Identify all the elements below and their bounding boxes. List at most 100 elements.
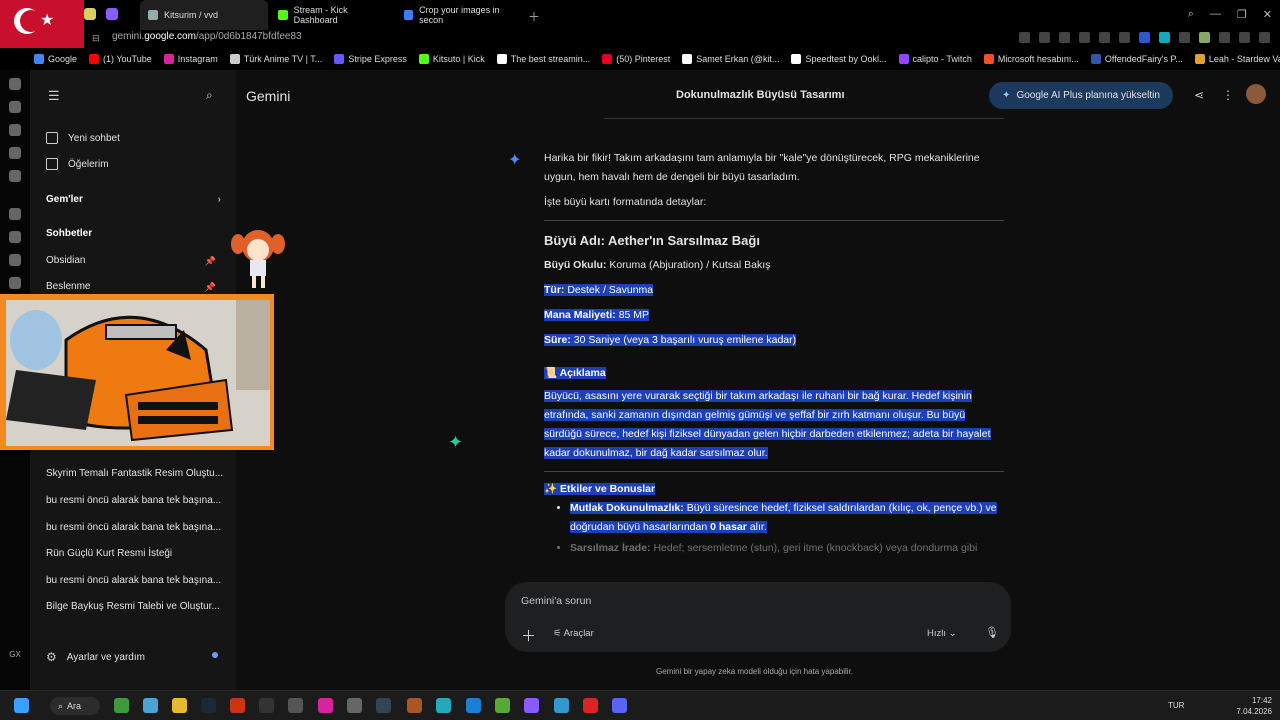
windows-start-icon[interactable] [14, 698, 29, 713]
menu-icon[interactable] [1259, 32, 1270, 43]
news-icon[interactable] [9, 147, 21, 159]
profile-icon[interactable] [1199, 32, 1210, 43]
menu-icon[interactable]: ☰ [48, 88, 60, 104]
bookmark-item[interactable]: Instagram [163, 54, 218, 64]
new-chat-button[interactable]: Yeni sohbet [46, 132, 120, 144]
whatsapp-icon[interactable] [9, 231, 21, 243]
app-icon[interactable] [524, 698, 539, 713]
microphone-icon[interactable]: 🎙 [985, 626, 999, 639]
discord-icon[interactable] [612, 698, 627, 713]
aria-ai-icon[interactable] [1239, 32, 1250, 43]
pinned-tab-icon[interactable] [84, 8, 96, 20]
instagram-icon[interactable] [318, 698, 333, 713]
bookmark-favicon-icon [898, 54, 909, 64]
history-icon[interactable] [9, 101, 21, 113]
extension-icon[interactable] [1039, 32, 1050, 43]
chat-item-pinned[interactable]: Obsidian [46, 255, 221, 266]
more-options-icon[interactable]: ⋮ [1222, 88, 1234, 102]
settings-help-button[interactable]: ⚙ Ayarlar ve yardım [46, 650, 145, 664]
minecraft-icon[interactable] [495, 698, 510, 713]
close-icon[interactable]: ✕ [1263, 8, 1272, 21]
prompt-input-box[interactable]: Gemini'a sorun ＋ ⚟ Araçlar Hızlı ⌄ 🎙 [505, 582, 1011, 652]
chat-item[interactable]: bu resmi öncü alarak bana tek başına... [46, 575, 221, 586]
riot-icon[interactable] [407, 698, 422, 713]
add-icon[interactable]: ＋ [521, 625, 536, 646]
obs-icon[interactable] [288, 698, 303, 713]
cursor-icon: ✦ [448, 432, 464, 452]
heart-icon[interactable] [1119, 32, 1130, 43]
taskbar-search[interactable]: ⌕ Ara [50, 697, 100, 715]
tab-kitsurim[interactable]: Kitsurim / vvd [140, 0, 268, 30]
system-clock[interactable]: 17:42 7.04.2026 [1236, 695, 1272, 717]
app-icon[interactable] [259, 698, 274, 713]
xbox-icon[interactable] [114, 698, 129, 713]
chat-item[interactable]: Skyrim Temalı Fantastik Resim Oluştu... [46, 468, 223, 479]
chat-item-pinned[interactable]: Beslenme [46, 281, 90, 292]
bookmark-item[interactable]: Stripe Express [334, 54, 407, 64]
play-icon[interactable] [1099, 32, 1110, 43]
gems-section[interactable]: Gem'ler › [46, 194, 221, 205]
pinned-tabs [84, 8, 118, 20]
download-icon[interactable] [1219, 32, 1230, 43]
bag-icon[interactable] [9, 124, 21, 136]
extension-icon[interactable] [1139, 32, 1150, 43]
divider [544, 220, 1004, 221]
instagram-icon[interactable] [9, 254, 21, 266]
tab-crop-images[interactable]: Crop your images in secon [396, 0, 524, 30]
extension-icon[interactable] [1079, 32, 1090, 43]
chat-item[interactable]: bu resmi öncü alarak bana tek başına... [46, 522, 221, 533]
bookmark-item[interactable]: Türk Anime TV | T... [229, 54, 322, 64]
bookmark-item[interactable]: The best streamin... [496, 54, 590, 64]
pinned-tab-icon[interactable] [106, 8, 118, 20]
bookmark-item[interactable]: Samet Erkan (@kit... [682, 54, 779, 64]
clock-time: 17:42 [1251, 696, 1272, 705]
app-icon[interactable] [436, 698, 451, 713]
minimize-icon[interactable]: — [1210, 8, 1221, 21]
bookmark-item[interactable]: calipto - Twitch [898, 54, 972, 64]
tools-button[interactable]: ⚟ Araçlar [553, 628, 594, 639]
my-items-button[interactable]: Öğelerim [46, 158, 109, 170]
site-info-icon[interactable]: ⊟ [92, 33, 100, 44]
puzzle-icon[interactable] [1179, 32, 1190, 43]
bookmark-item[interactable]: OffendedFairy's P... [1090, 54, 1183, 64]
x-icon[interactable] [9, 277, 21, 289]
steam-icon[interactable] [201, 698, 216, 713]
bookmark-item[interactable]: (50) Pinterest [602, 54, 670, 64]
chat-item[interactable]: Rün Güçlü Kurt Resmi İsteği [46, 548, 172, 559]
m-icon[interactable] [9, 170, 21, 182]
extension-icon[interactable] [1019, 32, 1030, 43]
app-icon[interactable] [143, 698, 158, 713]
language-indicator[interactable]: TUR [1168, 701, 1184, 710]
app-icon[interactable] [376, 698, 391, 713]
extension-icon[interactable] [1059, 32, 1070, 43]
avatar[interactable] [1246, 84, 1266, 104]
upgrade-button[interactable]: ✦ Google AI Plus planına yükseltin [989, 82, 1173, 109]
app-icon[interactable] [583, 698, 598, 713]
bookmark-item[interactable]: Speedtest by Ookl... [791, 54, 887, 64]
share-icon[interactable]: ⋖ [1194, 88, 1204, 102]
opera-gx-icon[interactable] [230, 698, 245, 713]
anime-girl-sticker [231, 230, 285, 288]
home-icon[interactable] [9, 78, 21, 90]
app-icon[interactable] [466, 698, 481, 713]
tab-kick-dashboard[interactable]: Stream - Kick Dashboard [270, 0, 398, 30]
app-icon[interactable] [347, 698, 362, 713]
bookmark-item[interactable]: Microsoft hesabını... [983, 54, 1079, 64]
bookmark-item[interactable]: (1) YouTube [89, 54, 152, 64]
folder-icon[interactable] [172, 698, 187, 713]
mode-selector[interactable]: Hızlı ⌄ [927, 628, 957, 639]
bookmark-item[interactable]: Leah - Stardew Va... [1194, 54, 1280, 64]
gemini-brand[interactable]: Gemini [246, 88, 290, 104]
app-icon[interactable] [554, 698, 569, 713]
search-tabs-icon[interactable]: ⌕ [1188, 8, 1194, 21]
search-icon[interactable]: ⌕ [206, 88, 213, 103]
bookmark-item[interactable]: Kitsuto | Kick [418, 54, 485, 64]
extension-icon[interactable] [1159, 32, 1170, 43]
bookmark-item[interactable]: Google [34, 54, 77, 64]
maximize-icon[interactable]: ❐ [1237, 8, 1247, 21]
messenger-icon[interactable] [9, 208, 21, 220]
chat-item[interactable]: Bilge Baykuş Resmi Talebi ve Oluştur... [46, 601, 220, 612]
new-tab-icon[interactable]: ＋ [528, 8, 540, 25]
chat-item[interactable]: bu resmi öncü alarak bana tek başına... [46, 495, 221, 506]
url-field[interactable]: gemini.google.com/app/0d6b1847bfdfee83 [112, 31, 302, 42]
